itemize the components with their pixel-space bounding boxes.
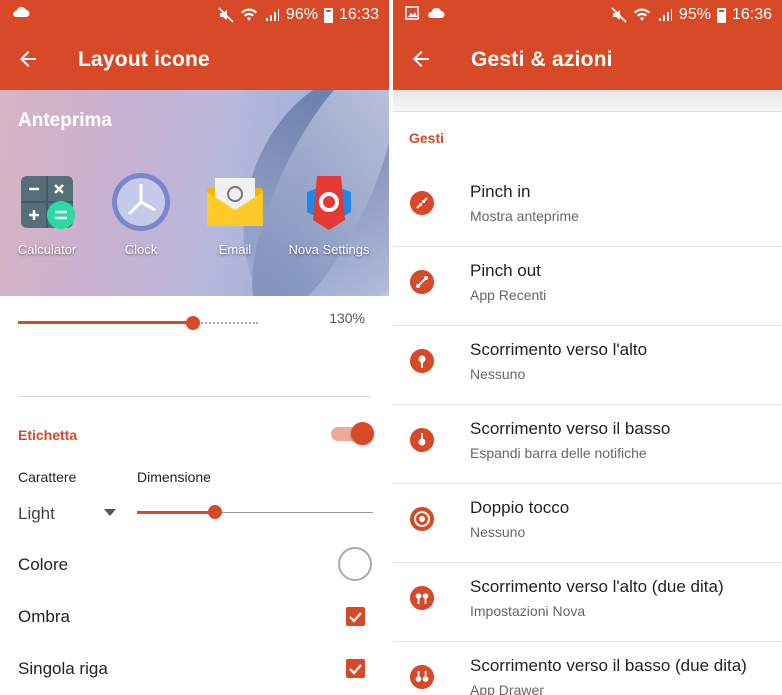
battery-percentage: 96% <box>285 6 318 23</box>
page-title: Gesti & azioni <box>471 48 613 71</box>
slider-fill <box>18 321 193 324</box>
gesture-title: Scorrimento verso l'alto (due dita) <box>470 577 724 596</box>
font-dropdown[interactable]: Light <box>18 504 55 524</box>
shadow-label: Ombra <box>18 607 70 626</box>
shadow-checkbox[interactable] <box>346 607 365 626</box>
color-label: Colore <box>18 555 69 574</box>
wifi-icon <box>633 8 650 21</box>
clock-time: 16:36 <box>731 6 772 23</box>
page-title: Layout icone <box>78 48 210 71</box>
icon-size-slider[interactable]: 130% <box>0 296 389 356</box>
pinch-out-icon <box>410 270 434 294</box>
gesture-title: Pinch out <box>470 261 541 280</box>
label-toggle[interactable] <box>331 422 374 445</box>
gesture-title: Scorrimento verso il basso <box>470 419 671 438</box>
image-icon <box>405 6 419 20</box>
toggle-knob <box>351 422 374 445</box>
swipe-down-icon <box>410 428 434 452</box>
mute-icon <box>218 7 234 23</box>
preview-title: Anteprima <box>18 110 112 131</box>
color-swatch[interactable] <box>338 547 372 581</box>
gesture-item-swipe-up[interactable]: Scorrimento verso l'alto Nessuno <box>393 326 782 405</box>
swipe-up-icon <box>410 349 434 373</box>
preview-app-label: Nova Settings <box>288 242 370 257</box>
gesture-action: App Drawer <box>470 682 544 695</box>
slider-thumb[interactable] <box>208 505 222 519</box>
single-line-label: Singola riga <box>18 659 108 678</box>
gesture-item-two-finger-swipe-down[interactable]: Scorrimento verso il basso (due dita) Ap… <box>393 642 782 695</box>
icon-preview: Anteprima Calculator Clock Email Nova Se… <box>0 90 389 296</box>
font-label: Carattere <box>18 469 77 485</box>
single-line-checkbox[interactable] <box>346 659 365 678</box>
signal-icon <box>265 9 279 21</box>
email-icon <box>205 172 265 232</box>
battery-percentage: 95% <box>678 6 711 23</box>
cloud-icon <box>13 6 30 17</box>
preview-app-nova-settings: Nova Settings <box>282 172 376 257</box>
gesture-action: Mostra anteprime <box>470 208 579 224</box>
gesture-title: Scorrimento verso il basso (due dita) <box>470 656 747 675</box>
battery-icon <box>716 7 726 23</box>
gesture-action: App Recenti <box>470 287 547 303</box>
gesture-action: Espandi barra delle notifiche <box>470 445 647 461</box>
icon-size-value: 130% <box>329 310 365 326</box>
gesture-item-double-tap[interactable]: Doppio tocco Nessuno <box>393 484 782 563</box>
icon-layout-screen: 96% 16:33 Layout icone Anteprima Calcula… <box>0 0 389 695</box>
two-finger-swipe-up-icon <box>410 586 434 610</box>
preview-app-label: Calculator <box>17 242 77 257</box>
preview-app-label: Email <box>218 242 252 257</box>
double-tap-icon <box>410 507 434 531</box>
gesture-action: Nessuno <box>470 366 526 382</box>
dropdown-arrow-icon[interactable] <box>104 509 116 517</box>
gesture-item-pinch-out[interactable]: Pinch out App Recenti <box>393 247 782 326</box>
label-section-title: Etichetta <box>18 427 78 443</box>
app-bar: Gesti & azioni <box>393 30 782 90</box>
gesture-action: Impostazioni Nova <box>470 603 586 619</box>
back-arrow-icon[interactable] <box>409 47 433 71</box>
pinch-in-icon <box>410 191 434 215</box>
gesture-item-pinch-in[interactable]: Pinch in Mostra anteprime <box>393 168 782 247</box>
size-label: Dimensione <box>137 469 211 485</box>
mute-icon <box>611 7 627 23</box>
clock-time: 16:33 <box>338 6 379 23</box>
gestures-screen: 95% 16:36 Gesti & azioni Gesti Pinch in … <box>393 0 782 695</box>
nova-settings-icon <box>299 172 359 232</box>
preview-app-email: Email <box>188 172 282 257</box>
header-shadow <box>393 90 782 112</box>
slider-thumb[interactable] <box>186 316 200 330</box>
gesture-title: Doppio tocco <box>470 498 570 517</box>
preview-app-label: Clock <box>124 242 158 257</box>
gesture-item-swipe-down[interactable]: Scorrimento verso il basso Espandi barra… <box>393 405 782 484</box>
signal-icon <box>658 9 672 21</box>
two-finger-swipe-down-icon <box>410 665 434 689</box>
wifi-icon <box>240 8 257 21</box>
check-icon <box>349 612 362 623</box>
app-bar: Layout icone <box>0 30 389 90</box>
gestures-section-title: Gesti <box>409 130 445 146</box>
cloud-icon <box>428 7 445 18</box>
status-bar: 95% 16:36 <box>393 0 782 30</box>
gesture-item-two-finger-swipe-up[interactable]: Scorrimento verso l'alto (due dita) Impo… <box>393 563 782 642</box>
calculator-icon <box>17 172 77 232</box>
gesture-title: Scorrimento verso l'alto <box>470 340 648 359</box>
gesture-title: Pinch in <box>470 182 531 201</box>
clock-icon <box>111 172 171 232</box>
back-arrow-icon[interactable] <box>16 47 40 71</box>
gesture-action: Nessuno <box>470 524 526 540</box>
slider-fill <box>137 511 215 514</box>
status-bar: 96% 16:33 <box>0 0 389 30</box>
check-icon <box>349 664 362 675</box>
preview-app-clock: Clock <box>94 172 188 257</box>
battery-icon <box>323 7 333 23</box>
preview-app-calculator: Calculator <box>0 172 94 257</box>
